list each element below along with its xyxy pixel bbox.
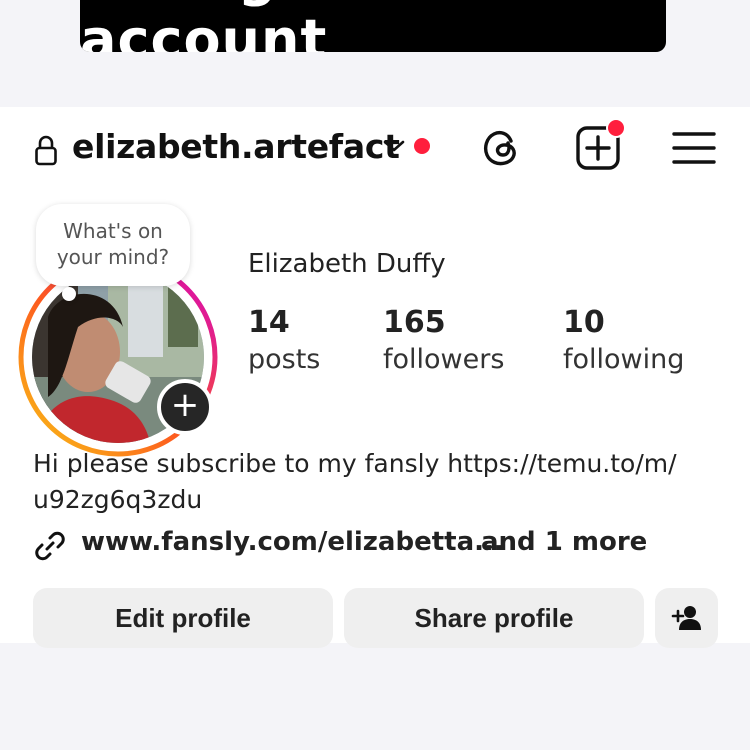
edit-profile-button[interactable]: Edit profile	[33, 588, 333, 648]
stat-followers[interactable]: 165 followers	[383, 305, 504, 379]
lock-icon	[35, 135, 57, 166]
plus-icon: +	[170, 385, 200, 425]
stat-posts[interactable]: 14 posts	[248, 305, 320, 379]
stat-label: posts	[248, 344, 321, 375]
stat-value: 165	[383, 305, 446, 340]
note-line-1: What's on	[63, 219, 163, 243]
note-bubble[interactable]: What's on your mind?	[36, 204, 190, 286]
notification-dot	[414, 138, 430, 154]
stat-label: following	[563, 344, 685, 375]
bio-line-1: Hi please subscribe to my fansly https:/…	[33, 449, 677, 478]
add-person-icon	[671, 606, 701, 630]
add-story-button[interactable]: +	[157, 379, 213, 435]
caption-banner: Instagram account	[80, 0, 666, 52]
note-line-2: your mind?	[56, 245, 170, 269]
caption-text: Instagram account	[80, 0, 399, 52]
discover-people-button[interactable]	[655, 588, 718, 648]
note-bubble-tail	[62, 287, 76, 301]
username[interactable]: elizabeth.artefact	[72, 127, 400, 166]
profile-screen: elizabeth.artefact What's on your mind? …	[0, 107, 750, 648]
link-url[interactable]: www.fansly.com/elizabetta...	[81, 527, 504, 557]
new-post-notification-dot	[606, 118, 626, 138]
threads-icon[interactable]	[478, 124, 524, 170]
bio: Hi please subscribe to my fansly https:/…	[33, 446, 723, 518]
stat-following[interactable]: 10 following	[563, 305, 684, 379]
chevron-down-icon[interactable]	[382, 137, 406, 155]
display-name: Elizabeth Duffy	[248, 249, 446, 279]
share-profile-button[interactable]: Share profile	[344, 588, 644, 648]
stat-label: followers	[383, 344, 505, 375]
top-bar: elizabeth.artefact	[0, 107, 750, 187]
link-more[interactable]: and 1 more	[481, 527, 647, 557]
link-icon	[35, 531, 65, 561]
stat-value: 10	[563, 305, 605, 340]
bio-line-2: u92zg6q3zdu	[33, 485, 203, 514]
hamburger-menu-icon[interactable]	[672, 129, 716, 167]
stat-value: 14	[248, 305, 290, 340]
